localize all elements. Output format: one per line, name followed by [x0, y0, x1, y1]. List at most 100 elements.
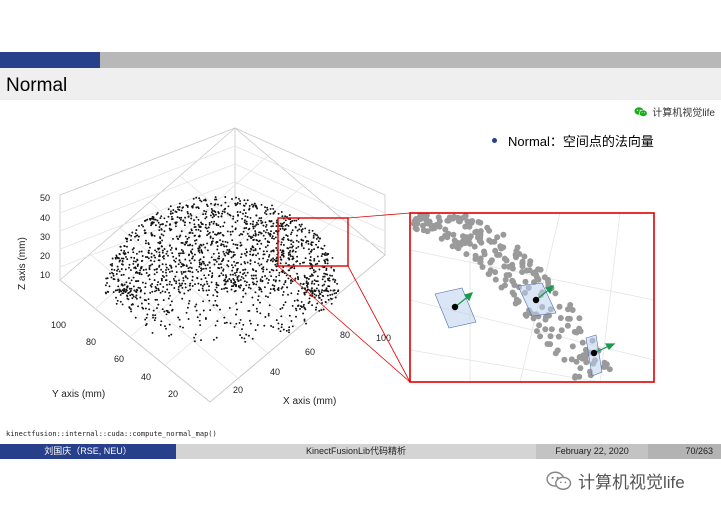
cloud-point: [200, 262, 203, 265]
cloud-point: [185, 264, 188, 267]
inset-point: [519, 260, 526, 267]
cloud-point: [313, 279, 316, 282]
cloud-point: [140, 273, 143, 276]
cloud-point: [208, 261, 211, 264]
cloud-point: [134, 316, 137, 319]
cloud-point: [193, 336, 196, 339]
cloud-point: [313, 271, 316, 274]
cloud-point: [119, 259, 121, 262]
cloud-point: [320, 298, 323, 301]
cloud-point: [309, 259, 311, 262]
cloud-point: [210, 256, 213, 259]
cloud-point: [115, 273, 118, 275]
cloud-point: [315, 294, 318, 297]
cloud-point: [121, 303, 124, 306]
cloud-point: [257, 299, 259, 301]
cloud-point: [208, 285, 210, 288]
cloud-point: [133, 257, 136, 259]
cloud-point: [195, 196, 198, 199]
cloud-point: [229, 250, 232, 253]
cloud-point: [151, 283, 154, 285]
cloud-point: [150, 256, 153, 258]
cloud-point: [235, 196, 237, 199]
cloud-point: [191, 285, 194, 287]
cloud-point: [288, 331, 290, 334]
cloud-point: [230, 264, 233, 267]
cloud-point: [329, 289, 332, 292]
cloud-point: [123, 289, 126, 292]
cloud-point: [315, 306, 318, 309]
cloud-point: [196, 276, 199, 279]
cloud-point: [237, 214, 239, 216]
cloud-point: [168, 227, 171, 230]
header-bar-gray: [100, 52, 721, 68]
cloud-point: [200, 339, 202, 342]
cloud-point: [157, 221, 160, 224]
cloud-point: [238, 321, 241, 324]
cloud-point: [287, 247, 290, 250]
cloud-point: [190, 267, 193, 269]
cloud-point: [288, 314, 291, 317]
cloud-point: [275, 247, 278, 249]
cloud-point: [321, 278, 324, 281]
cloud-point: [269, 207, 272, 210]
cloud-point: [147, 274, 150, 277]
cloud-point: [191, 244, 194, 247]
cloud-point: [280, 210, 283, 213]
cloud-point: [279, 308, 282, 310]
cloud-point: [234, 221, 237, 224]
inset-point: [542, 326, 549, 333]
cloud-point: [138, 273, 141, 275]
cloud-point: [209, 236, 212, 239]
cloud-point: [312, 236, 315, 239]
cloud-point: [198, 245, 201, 248]
cloud-point: [122, 273, 125, 276]
cloud-point: [175, 271, 178, 274]
cloud-point: [311, 290, 314, 293]
cloud-point: [312, 269, 315, 272]
cloud-point: [232, 251, 235, 254]
cloud-point: [324, 280, 327, 283]
cloud-point: [198, 289, 200, 292]
cloud-point: [224, 240, 227, 243]
cloud-point: [262, 224, 265, 227]
cloud-point: [140, 266, 143, 269]
cloud-point: [214, 299, 217, 302]
inset-point: [579, 339, 586, 346]
cloud-point: [231, 239, 234, 242]
cloud-point: [194, 305, 197, 308]
cloud-point: [251, 203, 253, 206]
cloud-point: [172, 237, 174, 240]
cloud-point: [195, 206, 198, 209]
cloud-point: [281, 253, 284, 256]
cloud-point: [221, 233, 224, 236]
cloud-point: [137, 305, 140, 308]
cloud-point: [204, 226, 207, 229]
cloud-point: [316, 255, 319, 258]
cloud-point: [210, 202, 212, 205]
cloud-point: [206, 234, 209, 237]
inset-point: [537, 333, 544, 340]
cloud-point: [246, 216, 249, 218]
inset-point: [509, 277, 516, 284]
cloud-point: [296, 299, 299, 302]
cloud-point: [247, 286, 250, 289]
cloud-point: [182, 277, 185, 279]
cloud-point: [250, 237, 253, 240]
cloud-point: [156, 219, 159, 222]
inset-point: [475, 219, 482, 225]
cloud-point: [255, 214, 258, 217]
cloud-point: [244, 274, 247, 277]
cloud-point: [193, 253, 196, 256]
cloud-point: [219, 239, 222, 242]
cloud-point: [172, 277, 175, 280]
cloud-point: [241, 233, 244, 236]
cloud-point: [169, 223, 172, 226]
cloud-point: [175, 247, 178, 250]
cloud-point: [239, 284, 242, 287]
cloud-point: [219, 308, 221, 311]
cloud-point: [249, 253, 252, 256]
cloud-point: [153, 268, 156, 271]
inset-point: [514, 244, 521, 251]
cloud-point: [254, 232, 257, 235]
